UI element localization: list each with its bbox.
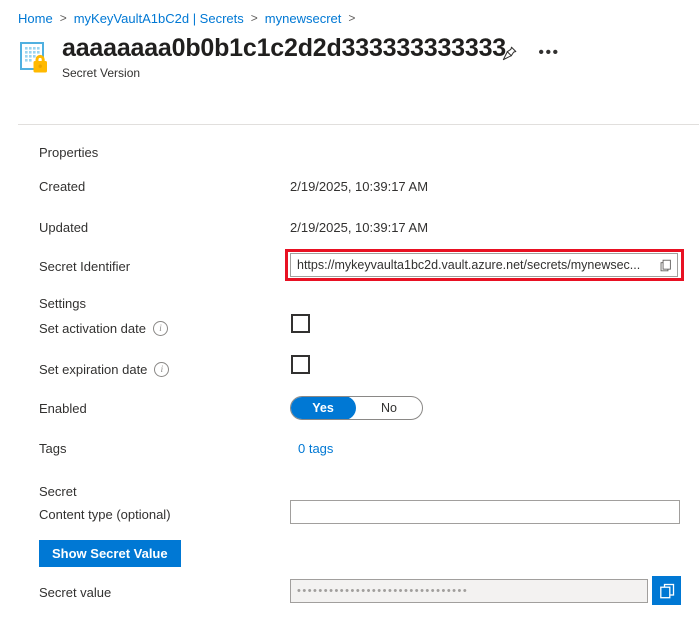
key-vault-secret-icon: [18, 40, 54, 76]
secret-value-masked-text: ••••••••••••••••••••••••••••••••: [297, 584, 469, 597]
secret-identifier-field[interactable]: https://mykeyvaulta1bc2d.vault.azure.net…: [290, 253, 678, 277]
enabled-toggle-no[interactable]: No: [356, 397, 422, 419]
set-expiration-date-checkbox[interactable]: [291, 355, 310, 374]
created-value: 2/19/2025, 10:39:17 AM: [290, 179, 429, 194]
breadcrumb-separator-icon: >: [348, 11, 356, 25]
secret-value-label: Secret value: [39, 585, 112, 600]
page-title: aaaaaaaa0b0b1c1c2d2d333333333333: [62, 34, 506, 62]
breadcrumb-item-home[interactable]: Home: [18, 11, 53, 26]
set-expiration-date-text: Set expiration date: [39, 362, 148, 377]
tags-link[interactable]: 0 tags: [298, 441, 333, 456]
secret-value-field[interactable]: ••••••••••••••••••••••••••••••••: [290, 579, 648, 603]
info-icon[interactable]: i: [152, 321, 168, 336]
set-expiration-date-label: Set expiration date i: [39, 362, 170, 377]
breadcrumb-item-keyvault-secrets[interactable]: myKeyVaultA1bC2d | Secrets: [74, 11, 244, 26]
secret-identifier-value: https://mykeyvaulta1bc2d.vault.azure.net…: [297, 258, 641, 272]
breadcrumb-separator-icon: >: [250, 11, 258, 25]
breadcrumb: Home > myKeyVaultA1bC2d | Secrets > myne…: [18, 8, 362, 28]
updated-label: Updated: [39, 220, 89, 235]
secret-section-label: Secret: [39, 484, 77, 499]
created-label: Created: [39, 179, 86, 194]
content-type-input[interactable]: [290, 500, 680, 524]
properties-section-label: Properties: [39, 145, 99, 160]
enabled-toggle-yes[interactable]: Yes: [291, 397, 356, 419]
set-activation-date-checkbox[interactable]: [291, 314, 310, 333]
pin-icon[interactable]: [494, 39, 524, 67]
updated-value: 2/19/2025, 10:39:17 AM: [290, 220, 429, 235]
page-header: aaaaaaaa0b0b1c1c2d2d333333333333 Secret …: [18, 34, 689, 84]
header-divider: [18, 124, 699, 125]
breadcrumb-separator-icon: >: [59, 11, 67, 25]
info-icon[interactable]: i: [154, 362, 170, 377]
enabled-label: Enabled: [39, 401, 87, 416]
content-type-label: Content type (optional): [39, 507, 171, 522]
secret-identifier-label: Secret Identifier: [39, 259, 131, 274]
settings-section-label: Settings: [39, 296, 86, 311]
enabled-toggle[interactable]: Yes No: [290, 396, 423, 420]
set-activation-date-text: Set activation date: [39, 321, 146, 336]
copy-icon[interactable]: [653, 254, 677, 276]
breadcrumb-item-mynewsecret[interactable]: mynewsecret: [265, 11, 342, 26]
set-activation-date-label: Set activation date i: [39, 321, 168, 336]
ellipsis-icon[interactable]: •••: [534, 39, 564, 67]
show-secret-value-button[interactable]: Show Secret Value: [39, 540, 181, 567]
tags-label: Tags: [39, 441, 67, 456]
copy-secret-value-button[interactable]: [652, 576, 681, 605]
page-subtitle: Secret Version: [62, 66, 141, 80]
